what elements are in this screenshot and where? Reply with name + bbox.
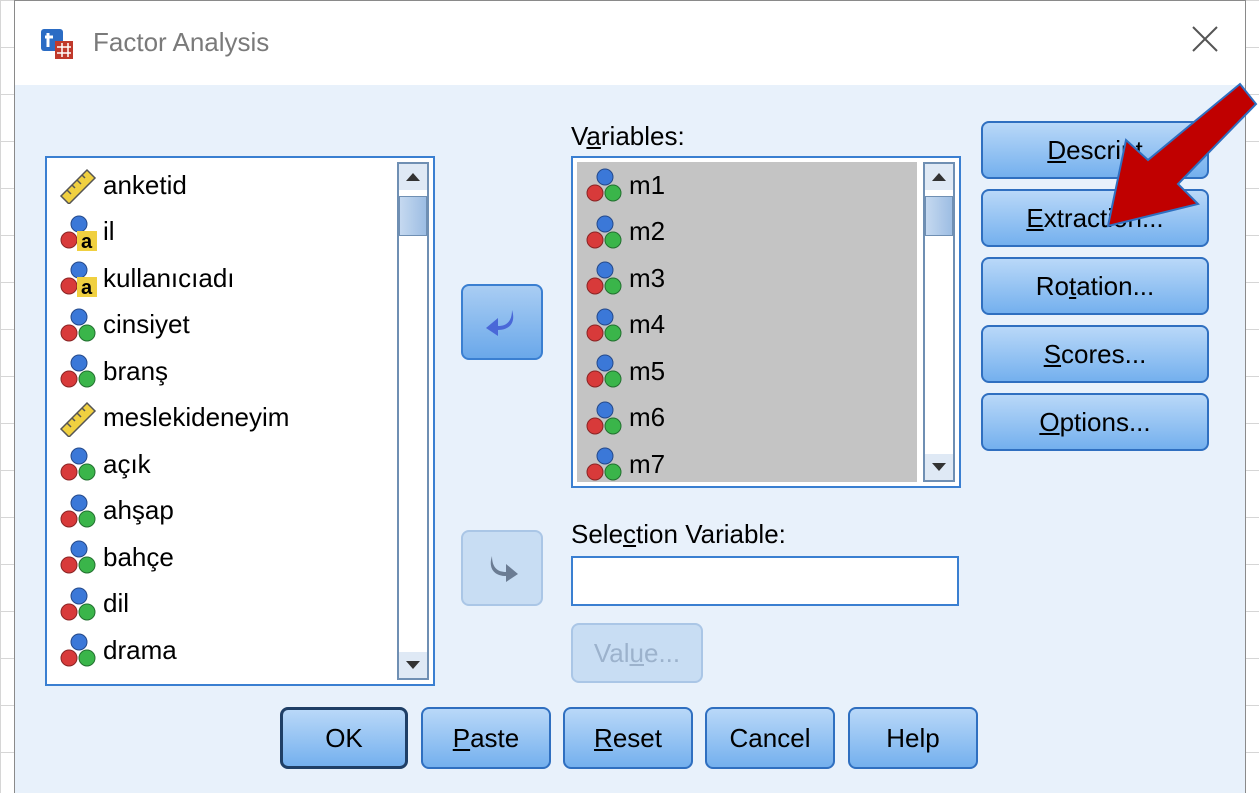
close-icon[interactable] [1187,21,1223,57]
list-item-label: m1 [629,169,666,200]
scroll-down-button[interactable] [399,652,427,678]
nominal-icon [586,447,622,481]
list-item-label: ahşap [103,495,174,526]
reset-button[interactable]: Reset [563,707,693,769]
list-item-label: m3 [629,262,666,293]
source-items: anketid a il a kullanıcıadı cinsiyet branş mesl… [51,162,391,680]
red-annotation-arrow-icon [1106,82,1258,228]
nominal-icon [60,540,96,574]
svg-text:a: a [81,277,93,297]
nominal-icon [586,308,622,342]
scale-ruler-icon [59,401,97,437]
nominal-string-icon: a [60,215,97,251]
rotation-button[interactable]: Ro t ation... [981,257,1209,315]
nominal-icon [60,633,96,667]
variables-list-scrollbar[interactable] [923,162,955,482]
list-item[interactable]: m1 [577,162,917,209]
list-item[interactable]: anketid [51,162,391,209]
nominal-icon [60,587,96,621]
list-item[interactable]: m6 [577,395,917,442]
list-item-label: il [103,216,115,247]
list-item[interactable]: m3 [577,255,917,302]
scores-button[interactable]: Scores... [981,325,1209,383]
scroll-up-button[interactable] [399,164,427,190]
list-item-label: m7 [629,448,666,479]
scroll-thumb[interactable] [399,196,427,236]
list-item-label: drama [103,634,177,665]
selection-variable-field[interactable] [571,556,959,606]
list-item[interactable]: m7 [577,441,917,482]
list-item[interactable]: açık [51,441,391,488]
scroll-down-button[interactable] [925,454,953,480]
variables-label: Variables: [571,121,685,151]
help-button[interactable]: Help [848,707,978,769]
move-to-selection-button[interactable] [461,530,543,606]
move-back-button[interactable] [461,284,543,360]
svg-text:a: a [81,231,93,251]
list-item-label: m4 [629,309,666,340]
scroll-thumb[interactable] [925,196,953,236]
title-bar: Factor Analysis [15,1,1245,85]
ok-button[interactable]: OK [280,707,408,769]
variables-items: m1 m2 m3 m4 m5 m6 m7 [577,162,917,482]
list-item-label: m6 [629,402,666,433]
curved-left-arrow-icon [486,310,514,336]
source-list-scrollbar[interactable] [397,162,429,680]
options-button[interactable]: Options... [981,393,1209,451]
list-item[interactable]: meslekideneyim [51,395,391,442]
list-item-label: m5 [629,355,666,386]
list-item-label: kullanıcıadı [103,262,235,293]
selection-variable-label: Selection Variable: [571,519,786,549]
nominal-icon [586,401,622,435]
scroll-up-icon [932,173,946,181]
nominal-icon [586,168,622,202]
list-item[interactable]: ahşap [51,488,391,535]
factor-analysis-app-icon [41,29,73,59]
list-item[interactable]: a il [51,209,391,256]
list-item-label: meslekideneyim [103,402,290,433]
list-item-label: m2 [629,216,666,247]
list-item-label: cinsiyet [103,309,190,340]
nominal-icon [60,354,96,388]
list-item-label: dil [103,588,130,619]
cancel-button[interactable]: Cancel [705,707,835,769]
scale-ruler-icon [59,169,97,205]
list-item-label: bahçe [103,541,174,572]
list-item-label: branş [103,355,169,386]
list-item[interactable]: m4 [577,302,917,349]
scroll-down-icon [406,661,420,669]
list-item-label: anketid [103,169,187,200]
scroll-down-icon [932,463,946,471]
list-item[interactable]: bahçe [51,534,391,581]
source-variable-list[interactable]: anketid a il a kullanıcıadı cinsiyet branş mesl… [45,156,435,686]
list-item[interactable]: drama [51,627,391,674]
value-button[interactable]: Val u e... [571,623,703,683]
window-title: Factor Analysis [93,27,270,57]
nominal-icon [60,308,96,342]
nominal-string-icon: a [60,261,97,298]
scroll-up-button[interactable] [925,164,953,190]
nominal-icon [586,354,622,388]
list-item[interactable]: dil [51,581,391,628]
list-item[interactable]: cinsiyet [51,302,391,349]
nominal-icon [60,494,96,528]
list-item[interactable]: a kullanıcıadı [51,255,391,302]
variables-list[interactable]: m1 m2 m3 m4 m5 m6 m7 [571,156,961,488]
list-item[interactable]: m2 [577,209,917,256]
nominal-icon [60,447,96,481]
scroll-up-icon [406,173,420,181]
paste-button[interactable]: Paste [421,707,551,769]
nominal-icon [586,215,622,249]
factor-analysis-dialog: Factor Analysis anketid a il a kullanıcıadı c… [14,0,1246,793]
curved-right-arrow-icon [490,556,518,582]
list-item-label: açık [103,448,151,479]
nominal-icon [586,261,622,295]
list-item[interactable]: branş [51,348,391,395]
list-item[interactable]: m5 [577,348,917,395]
